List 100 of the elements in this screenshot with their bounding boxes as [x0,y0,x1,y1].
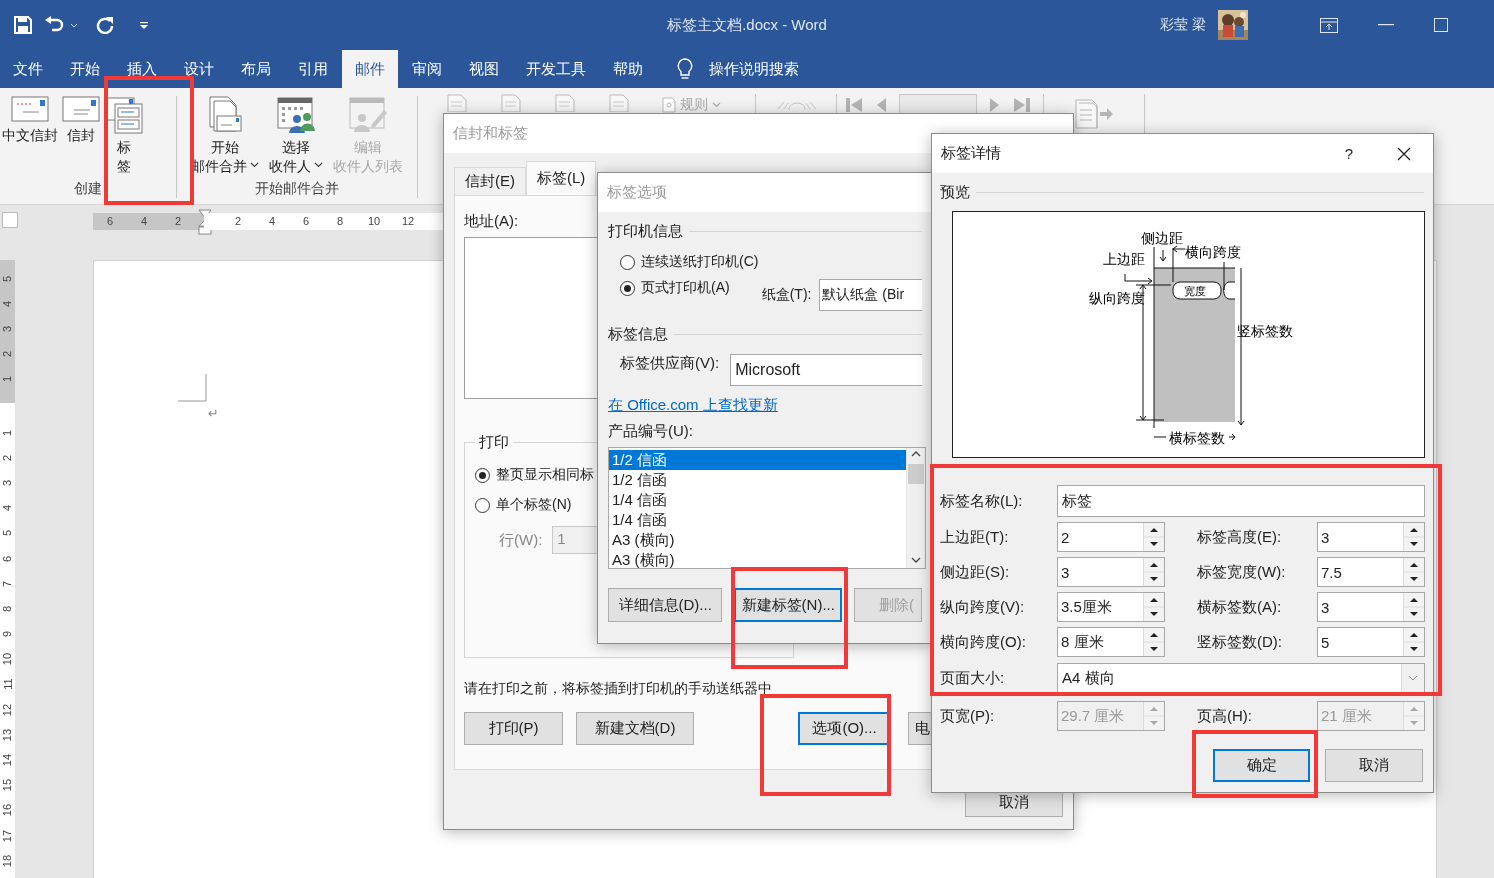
instruction-text: 请在打印之前，将标签插到打印机的手动送纸器中 [464,680,773,698]
spin-box[interactable]: 3 [1057,557,1165,587]
spin-arrows-icon [1143,628,1164,656]
scrollbar[interactable] [906,448,925,568]
scrollbar-thumb[interactable] [908,464,924,484]
page-size-dropdown[interactable]: A4 横向 [1057,663,1425,693]
dialog-button[interactable]: 新建文档(D) [576,712,694,745]
select-recipients-button[interactable]: 选择 收件人 [267,88,325,180]
ruler-number: 16 [1,804,14,817]
ribbon-tab[interactable]: 布局 [228,50,284,88]
ribbon-tab[interactable]: 设计 [171,50,227,88]
section-heading: 标签信息 [608,325,668,344]
list-item[interactable]: 1/4 信函 [609,490,906,510]
label-name-field[interactable]: 标签 [1057,485,1425,517]
caret-icon [712,102,721,108]
ruler-number: 9 [1,631,14,638]
group-label: 创建 [74,180,102,198]
field-label: 纵向跨度(V): [940,597,1026,617]
list-item[interactable]: A3 (横向) [609,550,906,570]
list-item[interactable]: A3 (横向) [609,530,906,550]
help-button[interactable]: ? [1344,145,1353,162]
list-item[interactable]: 1/2 信函 [609,450,906,470]
diagram-label: 横向跨度 [1185,244,1241,260]
spin-box[interactable]: 8 厘米 [1057,627,1165,657]
next-record-icon[interactable] [989,96,1001,114]
caret-icon[interactable] [70,22,78,28]
field-label: 地址(A): [464,212,519,231]
radio-button[interactable]: 页式打印机(A) [620,279,730,297]
ruler-number: 6 [1,555,14,562]
ruler-number: 2 [173,215,183,227]
radio-button[interactable]: 连续送纸打印机(C) [620,253,759,271]
field-label: 标签高度(E): [1197,527,1283,547]
ruler-number: 11 [1,678,14,691]
spin-box[interactable]: 5 [1317,627,1425,657]
spin-box[interactable]: 2 [1057,522,1165,552]
edit-list-icon [348,96,388,134]
new-label-button[interactable]: 新建标签(N)... [734,588,843,622]
radio-button[interactable]: 单个标签(N) [475,496,572,514]
save-icon[interactable] [14,16,32,34]
customize-icon[interactable] [140,21,148,29]
undo-icon[interactable] [44,16,64,34]
ruler-number: 4 [1,300,14,307]
ruler-number: 15 [1,779,14,792]
ribbon-tab[interactable]: 插入 [114,50,170,88]
ribbon-tab[interactable]: 视图 [456,50,512,88]
envelope-button[interactable]: 信封 [60,88,102,180]
ribbon-tab[interactable]: 文件 [0,50,56,88]
maximize-icon[interactable] [1434,18,1448,32]
dialog-tab[interactable]: 标签(L) [526,161,597,195]
dropdown-caret-icon [1401,664,1424,692]
labels-button[interactable]: 标 签 [102,88,146,180]
cancel-button[interactable]: 取消 [1325,749,1423,782]
radio-button[interactable]: 整页显示相同标 [475,466,594,484]
vendor-dropdown[interactable]: Microsoft [730,354,922,386]
update-link[interactable]: 在 Office.com 上查找更新 [608,396,778,415]
first-record-icon[interactable] [845,96,863,114]
spin-box[interactable]: 3 [1317,592,1425,622]
last-record-icon[interactable] [1013,96,1031,114]
ribbon-tab[interactable]: 引用 [285,50,341,88]
spin-arrows-icon [1403,523,1424,551]
ruler-number: 1 [1,376,14,383]
spin-arrows-icon [1403,702,1424,730]
ribbon-tab[interactable]: 审阅 [399,50,455,88]
field-label: 标签宽度(W): [1197,562,1287,582]
envelope-icon [11,96,49,122]
ribbon-tab[interactable]: 帮助 [600,50,656,88]
group-title: 打印 [478,433,510,452]
list-item[interactable]: 1/2 信函 [609,470,906,490]
spin-box[interactable]: 3.5厘米 [1057,592,1165,622]
close-icon[interactable] [1397,146,1411,161]
ribbon-tab[interactable]: 开发工具 [513,50,599,88]
spin-arrows-icon [1403,628,1424,656]
spin-arrows-icon [1143,523,1164,551]
previous-record-icon[interactable] [875,96,887,114]
tray-dropdown[interactable]: 默认纸盒 (Bir [819,279,922,311]
lightbulb-icon[interactable] [677,58,693,80]
ruler-number: 8 [1,605,14,612]
dialog-title: 标签详情 [941,144,1001,163]
ruler-number: 3 [1,479,14,487]
spin-arrows-icon [1143,593,1164,621]
dialog-button[interactable]: 打印(P) [464,712,563,745]
tell-me-search[interactable]: 操作说明搜索 [709,59,799,79]
ribbon-display-icon[interactable] [1320,17,1338,33]
minimize-icon[interactable] [1378,24,1394,26]
user-name[interactable]: 彩莹 梁 [1160,16,1206,34]
list-item[interactable]: 1/4 信函 [609,510,906,530]
dialog-tab[interactable]: 信封(E) [454,167,526,195]
ok-button[interactable]: 确定 [1213,749,1310,782]
window-title: 标签主文档.docx - Word [667,15,827,35]
spin-box[interactable]: 3 [1317,522,1425,552]
ruler-number: 12 [400,215,416,227]
diagram-label: 竖标签数 [1237,323,1293,339]
field-label: 页面大小: [940,668,1006,688]
ribbon-tab[interactable]: 开始 [57,50,113,88]
spin-box[interactable]: 7.5 [1317,557,1425,587]
chinese-envelope-button[interactable]: 中文信封 [0,88,60,180]
redo-icon[interactable] [96,16,114,34]
dialog-button[interactable]: 详细信息(D)... [608,588,723,622]
ruler-number: 8 [335,215,345,227]
ribbon-tab[interactable]: 邮件 [342,50,398,88]
